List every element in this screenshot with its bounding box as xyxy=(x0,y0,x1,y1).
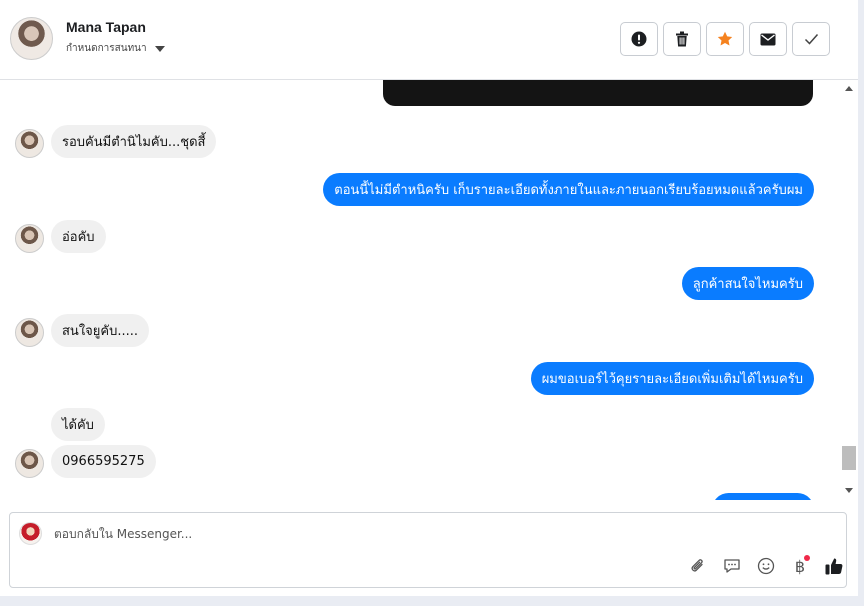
attach-button[interactable] xyxy=(687,555,709,577)
assign-conversation-dropdown[interactable]: กำหนดการสนทนา xyxy=(66,41,165,56)
scroll-up-arrow-icon[interactable] xyxy=(845,86,853,91)
scroll-down-arrow-icon[interactable] xyxy=(845,488,853,493)
saved-replies-button[interactable] xyxy=(721,555,743,577)
notification-dot xyxy=(804,555,810,561)
message-thread: รอบคันมีตำนิไมคับ...ชุดสี้ ตอนนี้ไม่มีตำ… xyxy=(0,80,840,500)
mark-unread-button[interactable] xyxy=(749,22,787,56)
message-outgoing-partial[interactable] xyxy=(712,493,814,500)
payment-button[interactable]: ฿ xyxy=(789,555,811,577)
contact-name[interactable]: Mana Tapan xyxy=(66,19,146,35)
paperclip-icon xyxy=(691,559,703,572)
mark-spam-button[interactable] xyxy=(620,22,658,56)
conversation-panel: Mana Tapan กำหนดการสนทนา รอบคันมีตำนิไมค… xyxy=(0,0,858,596)
contact-avatar-small xyxy=(15,129,44,158)
message-outgoing[interactable]: ลูกค้าสนใจไหมครับ xyxy=(681,267,814,300)
message-incoming[interactable]: อ่อคับ xyxy=(51,220,106,253)
message-incoming[interactable]: 0966595275 xyxy=(51,445,156,478)
mark-done-button[interactable] xyxy=(792,22,830,56)
message-outgoing[interactable]: ผมขอเบอร์ไว้คุยรายละเอียดเพิ่มเติมได้ไหม… xyxy=(530,362,814,395)
assign-label: กำหนดการสนทนา xyxy=(66,43,147,54)
exclamation-circle-icon xyxy=(631,31,647,47)
conversation-toolbar xyxy=(620,22,830,56)
delete-button[interactable] xyxy=(663,22,701,56)
star-icon xyxy=(717,31,733,46)
conversation-header: Mana Tapan กำหนดการสนทนา xyxy=(0,0,858,80)
message-incoming[interactable]: ได้คับ xyxy=(51,408,105,441)
reply-input[interactable] xyxy=(54,527,754,541)
message-incoming[interactable]: สนใจยูคับ..... xyxy=(51,314,150,347)
reply-composer: ฿ xyxy=(9,512,847,588)
contact-avatar-small xyxy=(15,224,44,253)
composer-tools: ฿ xyxy=(687,555,845,577)
contact-avatar-small xyxy=(15,318,44,347)
envelope-icon xyxy=(760,33,776,45)
contact-avatar-small xyxy=(15,449,44,478)
like-button[interactable] xyxy=(823,555,845,577)
image-attachment[interactable] xyxy=(383,80,813,106)
thread-scrollbar[interactable] xyxy=(840,80,858,500)
emoji-button[interactable] xyxy=(755,555,777,577)
check-icon xyxy=(804,34,818,45)
contact-avatar[interactable] xyxy=(10,17,53,60)
thumbs-up-icon xyxy=(825,558,842,575)
caret-down-icon xyxy=(154,45,165,52)
trash-icon xyxy=(676,31,688,47)
star-button[interactable] xyxy=(706,22,744,56)
page-avatar xyxy=(19,522,42,545)
message-incoming[interactable]: รอบคันมีตำนิไมคับ...ชุดสี้ xyxy=(51,125,217,158)
message-outgoing[interactable]: ตอนนี้ไม่มีตำหนิครับ เก็บรายละเอียดทั้งภ… xyxy=(323,173,814,206)
emoji-icon xyxy=(757,557,775,575)
saved-reply-icon xyxy=(724,559,740,573)
scrollbar-thumb[interactable] xyxy=(842,446,856,470)
